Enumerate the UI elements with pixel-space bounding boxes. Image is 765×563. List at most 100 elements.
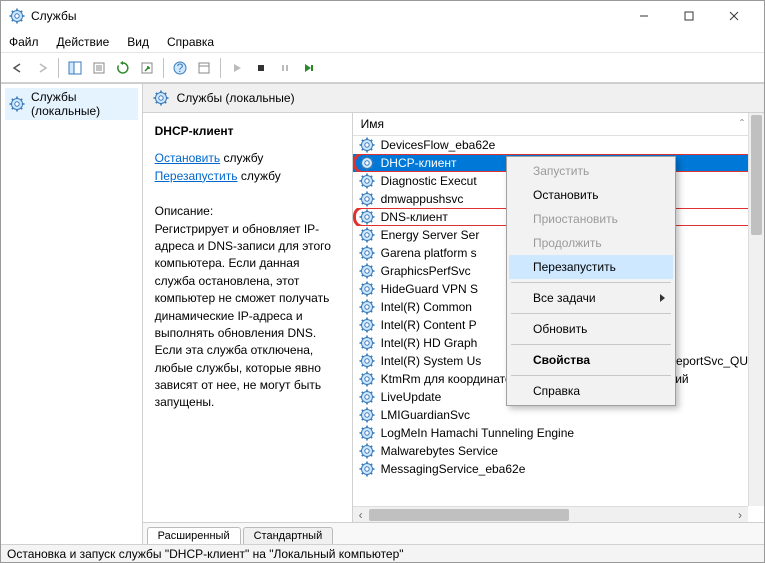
show-hide-tree-button[interactable] [64, 57, 86, 79]
sort-icon: ˆ [740, 117, 744, 131]
service-name: Intel(R) HD Graph [381, 336, 478, 350]
service-name: LMIGuardianSvc [381, 408, 470, 422]
export-list-button[interactable] [136, 57, 158, 79]
ctx-properties[interactable]: Свойства [509, 348, 673, 372]
close-button[interactable] [711, 2, 756, 30]
properties-button[interactable] [193, 57, 215, 79]
toolbar: ? [1, 53, 764, 83]
minimize-button[interactable] [621, 2, 666, 30]
vertical-scrollbar[interactable] [748, 113, 764, 506]
ctx-help[interactable]: Справка [509, 379, 673, 403]
service-name: HideGuard VPN S [381, 282, 478, 296]
service-name: Energy Server Ser [381, 228, 480, 242]
gear-icon [359, 137, 375, 153]
view-tabs: Расширенный Стандартный [143, 522, 764, 544]
column-header-name[interactable]: Имя ˆ [353, 113, 764, 136]
titlebar: Службы [1, 1, 764, 31]
ctx-start: Запустить [509, 159, 673, 183]
menu-action[interactable]: Действие [57, 35, 110, 49]
ctx-resume: Продолжить [509, 231, 673, 255]
stop-link[interactable]: Остановить [155, 151, 221, 165]
gear-icon [359, 299, 375, 315]
svg-text:?: ? [177, 61, 184, 75]
export-button[interactable] [88, 57, 110, 79]
ctx-restart[interactable]: Перезапустить [509, 255, 673, 279]
stop-suffix: службу [220, 151, 263, 165]
service-name: MessagingService_eba62e [381, 462, 526, 476]
pause-service-button[interactable] [274, 57, 296, 79]
scroll-right-icon[interactable]: › [732, 507, 748, 523]
gear-icon [359, 407, 375, 423]
ctx-refresh[interactable]: Обновить [509, 317, 673, 341]
tab-standard[interactable]: Стандартный [243, 527, 334, 544]
forward-button[interactable] [31, 57, 53, 79]
service-name: Intel(R) System Us [381, 354, 482, 368]
gear-icon [153, 90, 169, 106]
start-service-button[interactable] [226, 57, 248, 79]
service-row[interactable]: Malwarebytes Service [353, 442, 764, 460]
restart-service-button[interactable] [298, 57, 320, 79]
tab-extended[interactable]: Расширенный [147, 527, 241, 544]
service-name: Diagnostic Execut [381, 174, 477, 188]
service-name: LogMeIn Hamachi Tunneling Engine [381, 426, 574, 440]
statusbar: Остановка и запуск службы "DHCP-клиент" … [1, 544, 764, 562]
service-name: Intel(R) Content P [381, 318, 477, 332]
help-button[interactable]: ? [169, 57, 191, 79]
tree-item-services-local[interactable]: Службы (локальные) [5, 88, 138, 120]
gear-icon [359, 227, 375, 243]
gear-icon [359, 155, 375, 171]
gear-icon [359, 335, 375, 351]
gear-icon [359, 263, 375, 279]
gear-icon [359, 281, 375, 297]
gear-icon [359, 173, 375, 189]
gear-icon [359, 245, 375, 261]
service-name: LiveUpdate [381, 390, 442, 404]
service-name: DNS-клиент [381, 210, 448, 224]
gear-icon [359, 425, 375, 441]
menubar: Файл Действие Вид Справка [1, 31, 764, 53]
restart-suffix: службу [237, 169, 280, 183]
description-label: Описание: [155, 203, 342, 220]
service-name: Intel(R) Common [381, 300, 472, 314]
service-name: DHCP-клиент [381, 156, 457, 170]
gear-icon [359, 353, 375, 369]
menu-help[interactable]: Справка [167, 35, 214, 49]
horizontal-scrollbar[interactable]: ‹ › [353, 506, 748, 522]
restart-link[interactable]: Перезапустить [155, 169, 238, 183]
app-icon [9, 8, 25, 24]
gear-icon [359, 461, 375, 477]
window-title: Службы [31, 9, 621, 23]
context-menu: Запустить Остановить Приостановить Продо… [506, 156, 676, 406]
menu-file[interactable]: Файл [9, 35, 39, 49]
stop-service-button[interactable] [250, 57, 272, 79]
refresh-button[interactable] [112, 57, 134, 79]
gear-icon [9, 96, 25, 112]
menu-view[interactable]: Вид [127, 35, 149, 49]
status-text: Остановка и запуск службы "DHCP-клиент" … [7, 547, 404, 561]
service-name: GraphicsPerfSvc [381, 264, 471, 278]
pane-header: Службы (локальные) [143, 84, 764, 113]
ctx-stop[interactable]: Остановить [509, 183, 673, 207]
selected-service-name: DHCP-клиент [155, 123, 342, 140]
ctx-pause: Приостановить [509, 207, 673, 231]
pane-title: Службы (локальные) [177, 91, 295, 105]
service-name-tail: ReportSvc_QU... [667, 354, 758, 368]
tree-item-label: Службы (локальные) [31, 90, 134, 118]
maximize-button[interactable] [666, 2, 711, 30]
ctx-all-tasks[interactable]: Все задачи [509, 286, 673, 310]
service-name: DevicesFlow_eba62e [381, 138, 496, 152]
left-tree: Службы (локальные) [1, 84, 143, 544]
gear-icon [359, 209, 375, 225]
back-button[interactable] [7, 57, 29, 79]
service-name: dmwappushsvc [381, 192, 464, 206]
service-row[interactable]: MessagingService_eba62e [353, 460, 764, 478]
gear-icon [359, 389, 375, 405]
detail-panel: DHCP-клиент Остановить службу Перезапуст… [143, 113, 353, 522]
scroll-left-icon[interactable]: ‹ [353, 507, 369, 523]
service-row[interactable]: LogMeIn Hamachi Tunneling Engine [353, 424, 764, 442]
service-row[interactable]: LMIGuardianSvc [353, 406, 764, 424]
gear-icon [359, 371, 375, 387]
service-row[interactable]: DevicesFlow_eba62e [353, 136, 764, 154]
gear-icon [359, 317, 375, 333]
description-text: Регистрирует и обновляет IP-адреса и DNS… [155, 221, 342, 412]
